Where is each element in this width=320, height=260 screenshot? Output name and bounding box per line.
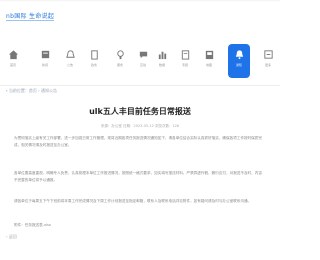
nav-item-notice[interactable]: 公告 xyxy=(60,44,80,78)
logo-underline xyxy=(6,20,54,21)
article-footnote[interactable]: 附件：任务报送表.xlsx xyxy=(14,222,264,230)
bell-icon xyxy=(65,50,75,58)
chat-icon xyxy=(139,51,147,59)
nav-label: 地图 xyxy=(205,63,212,67)
nav-label: 政务 xyxy=(90,63,97,67)
nav-label: 专题 xyxy=(181,63,188,67)
breadcrumb-text[interactable]: 当前位置：首页 › 通知公告 xyxy=(9,88,57,93)
nav-item-map[interactable]: 地图 xyxy=(199,44,219,78)
chart-icon xyxy=(158,51,166,60)
nav-item-notify[interactable]: 通知 xyxy=(228,44,250,78)
more-icon xyxy=(263,50,273,59)
nav-item-home[interactable]: 首页 xyxy=(3,44,23,78)
map-icon xyxy=(205,50,213,60)
nav-item-topic[interactable]: 专题 xyxy=(175,44,195,78)
nav-label: 通知 xyxy=(235,63,242,67)
icon-nav: 首页 新闻 公告 政务 服务 互动 数据 专题 地图 通知 更多 xyxy=(0,44,280,80)
nav-item-service[interactable]: 服务 xyxy=(110,44,130,78)
article-paragraph: 各单位要高度重视，明确专人负责，认真梳理本单位工作推进情况，按照统一格式要求，如… xyxy=(14,171,262,182)
building-icon xyxy=(90,50,98,60)
article-paragraph: 请各单位于每周五下午下班前将本周工作完成情况及下周工作计划报送至指定邮箱，联系人… xyxy=(14,199,252,203)
bell-active-icon xyxy=(235,50,243,60)
article-meta: 来源：办公室 日期：2023-05-12 浏览次数：128 xyxy=(100,124,180,128)
nav-label: 服务 xyxy=(116,63,123,67)
nav-label: 新闻 xyxy=(41,63,48,67)
nav-label: 公告 xyxy=(66,63,73,67)
home-icon xyxy=(8,50,18,60)
nav-item-government[interactable]: 政务 xyxy=(84,44,104,78)
book-icon xyxy=(181,50,189,60)
breadcrumb: ‹ 当前位置：首页 › 通知公告 xyxy=(6,88,57,94)
back-arrow-icon[interactable]: ‹ xyxy=(6,88,8,93)
nav-label: 更多 xyxy=(264,63,271,67)
nav-divider xyxy=(0,85,280,86)
news-icon xyxy=(41,50,49,59)
nav-item-interact[interactable]: 互动 xyxy=(133,44,153,78)
nav-item-data[interactable]: 数据 xyxy=(152,44,172,78)
nav-label: 首页 xyxy=(9,63,16,67)
nav-label: 互动 xyxy=(139,63,146,67)
back-link[interactable]: ‹ 返回 xyxy=(6,234,17,240)
article-title: ulk五人丰目前任务日常报送 xyxy=(89,107,191,116)
header: nb国际 生命说起 xyxy=(0,0,280,40)
nav-label: 数据 xyxy=(158,63,165,67)
site-logo[interactable]: nb国际 生命说起 xyxy=(6,11,54,20)
nav-item-news[interactable]: 新闻 xyxy=(35,44,55,78)
service-icon xyxy=(116,50,124,60)
article-paragraph: 为贯彻落实上级有关工作部署，进一步加强日常工作管理，现将近期各项任务报送情况通知… xyxy=(14,136,262,147)
nav-item-more[interactable]: 更多 xyxy=(258,44,278,78)
